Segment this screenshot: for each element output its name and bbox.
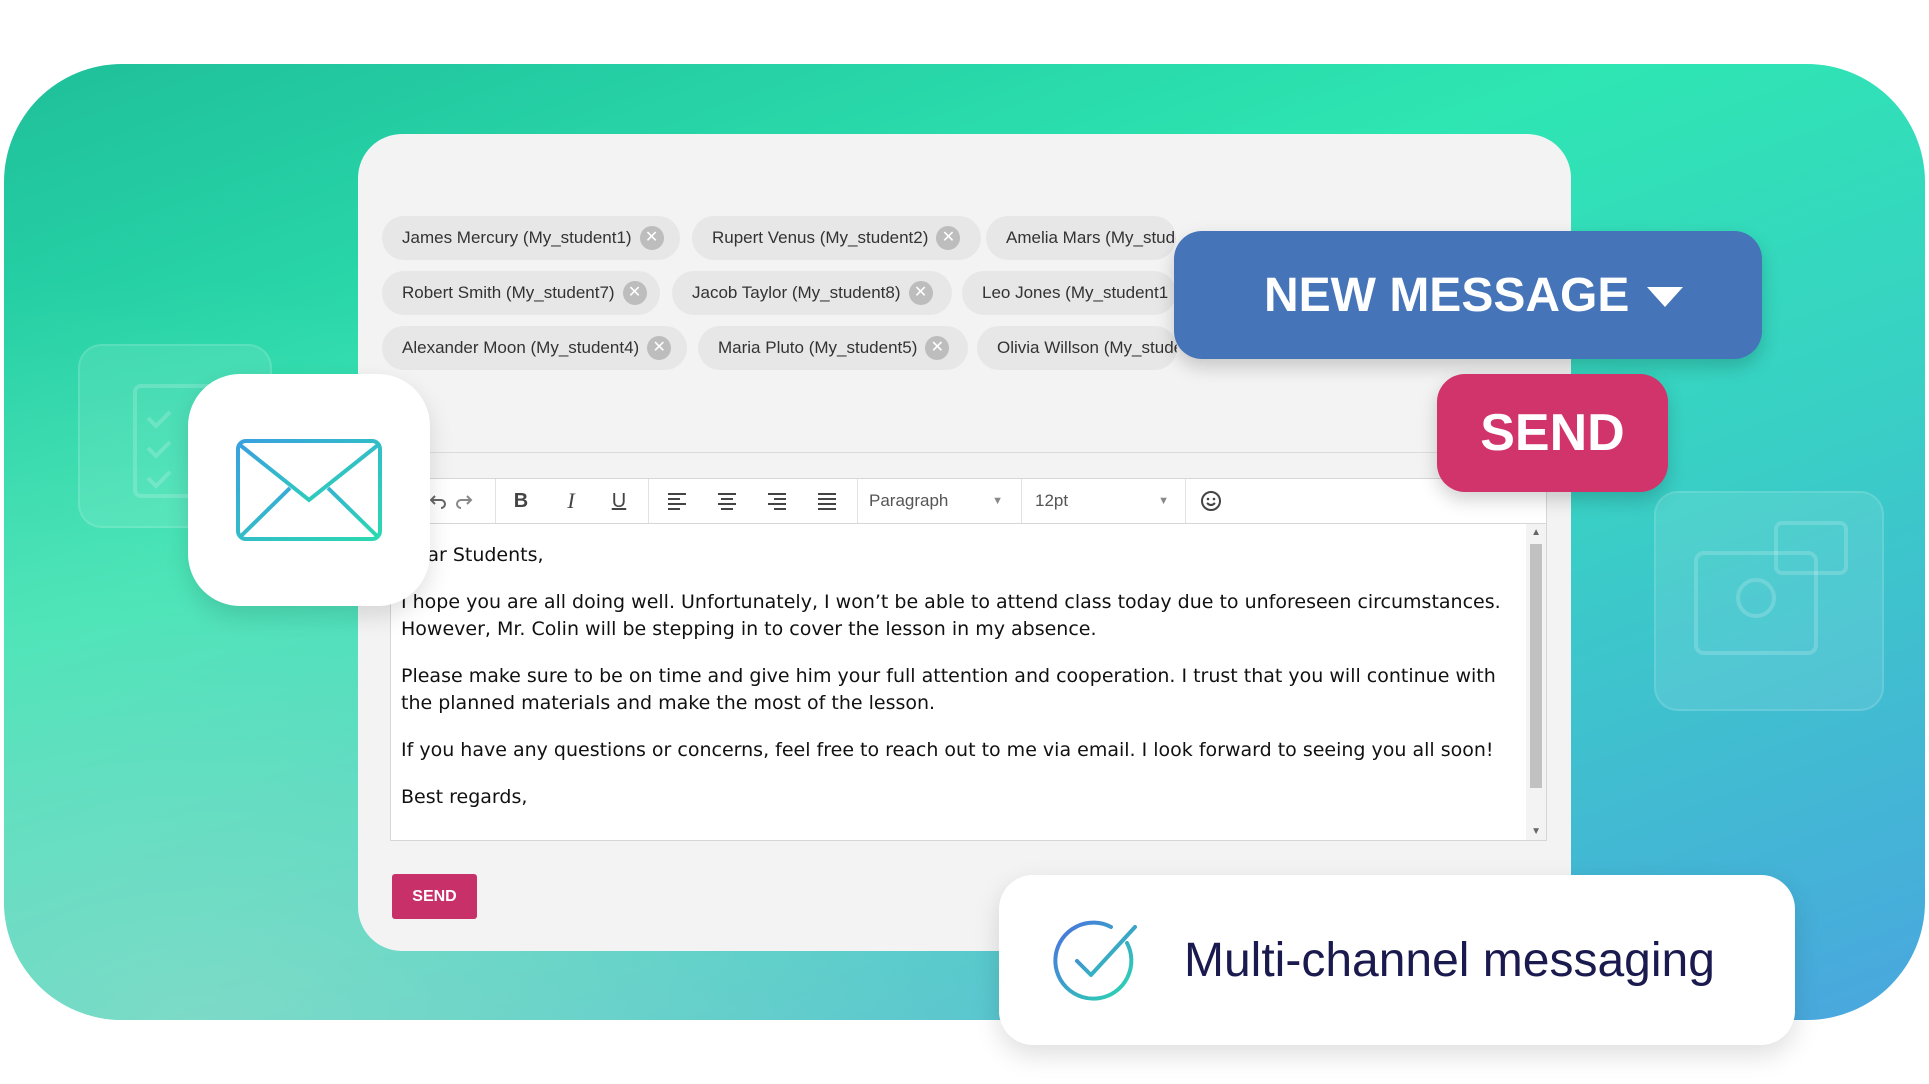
recipient-chip[interactable]: Maria Pluto (My_student5) ✕ [698,326,968,370]
toolbar-divider [1185,479,1186,523]
recipient-chip[interactable]: Olivia Willson (My_student6) [977,326,1177,370]
editor-scrollbar[interactable]: ▲ ▼ [1526,524,1546,840]
font-size-select[interactable]: 12pt ▼ [1035,479,1169,523]
recipient-chip[interactable]: Jacob Taylor (My_student8) ✕ [672,271,952,315]
font-size-value: 12pt [1035,491,1069,510]
underline-button[interactable]: U [599,479,639,523]
presenter-icon [1694,521,1848,655]
editor-paragraph: Please make sure to be on time and give … [401,665,1496,714]
recipient-chip[interactable]: James Mercury (My_student1) ✕ [382,216,680,260]
chevron-down-icon: ▼ [1158,495,1169,507]
close-circle-icon[interactable]: ✕ [936,226,961,250]
editor-content[interactable]: Dear Students, I hope you are all doing … [401,542,1516,831]
recipient-name: Alexander Moon (My_student4) [402,338,640,357]
align-center-icon[interactable] [709,479,745,523]
recipient-name: Rupert Venus (My_student2) [712,228,929,247]
editor-toolbar: B I U Paragraph ▼ 12pt ▼ [390,478,1547,524]
mail-card [188,374,430,606]
recipient-name: James Mercury (My_student1) [402,228,632,247]
align-justify-icon[interactable] [809,479,845,523]
bold-button[interactable]: B [501,479,541,523]
redo-icon[interactable] [447,479,481,523]
recipient-name: Maria Pluto (My_student5) [718,338,918,357]
recipient-name: Leo Jones (My_student1 [982,283,1169,302]
scroll-down-icon[interactable]: ▼ [1531,826,1541,837]
editor-paragraph: If you have any questions or concerns, f… [401,739,1494,761]
recipient-chip[interactable]: Robert Smith (My_student7) ✕ [382,271,660,315]
recipients-divider [390,452,1547,453]
send-big-label: SEND [1480,404,1625,462]
greeting-line: Dear Students, [401,544,544,566]
emoji-icon[interactable] [1191,479,1231,523]
recipient-name: Amelia Mars (My_student3) [1006,228,1176,247]
recipient-chip[interactable]: Amelia Mars (My_student3) [986,216,1176,260]
envelope-icon [236,439,382,541]
underline-icon: U [611,489,627,512]
close-circle-icon[interactable]: ✕ [639,226,664,250]
check-circle-icon [1053,920,1137,1001]
recipient-chip[interactable]: Rupert Venus (My_student2) ✕ [692,216,981,260]
close-circle-icon[interactable]: ✕ [908,281,933,305]
teacher-decoration [1654,491,1884,711]
paragraph-select[interactable]: Paragraph ▼ [869,479,1003,523]
send-button-label: SEND [412,887,457,905]
feature-label: Multi-channel messaging [1184,933,1715,987]
paragraph-select-value: Paragraph [869,491,949,510]
close-circle-icon[interactable]: ✕ [647,336,672,360]
scroll-up-icon[interactable]: ▲ [1531,527,1541,538]
caret-down-icon [1647,287,1683,307]
recipient-name: Robert Smith (My_student7) [402,283,615,302]
toolbar-divider [1021,479,1022,523]
feature-card: Multi-channel messaging [999,875,1795,1045]
recipient-name: Jacob Taylor (My_student8) [692,283,901,302]
new-message-button[interactable]: NEW MESSAGE [1174,231,1762,359]
align-left-icon[interactable] [659,479,695,523]
close-circle-icon[interactable]: ✕ [622,281,647,305]
toolbar-divider [495,479,496,523]
recipient-chip[interactable]: Alexander Moon (My_student4) ✕ [382,326,687,370]
send-button[interactable]: SEND [392,874,477,919]
bold-icon: B [513,489,529,512]
scrollbar-thumb[interactable] [1530,544,1542,788]
italic-button[interactable]: I [551,479,591,523]
italic-icon: I [567,488,575,513]
send-big-button[interactable]: SEND [1437,374,1668,492]
recipient-name: Olivia Willson (My_student6) [997,338,1177,357]
chevron-down-icon: ▼ [992,495,1003,507]
editor-paragraph: I hope you are all doing well. Unfortuna… [401,591,1501,640]
toolbar-divider [857,479,858,523]
message-editor[interactable]: Dear Students, I hope you are all doing … [390,524,1547,841]
close-circle-icon[interactable]: ✕ [925,336,950,360]
align-right-icon[interactable] [759,479,795,523]
toolbar-divider [648,479,649,523]
new-message-label: NEW MESSAGE [1264,268,1630,322]
recipient-chip[interactable]: Leo Jones (My_student1 [962,271,1176,315]
closing-line: Best regards, [401,786,528,808]
